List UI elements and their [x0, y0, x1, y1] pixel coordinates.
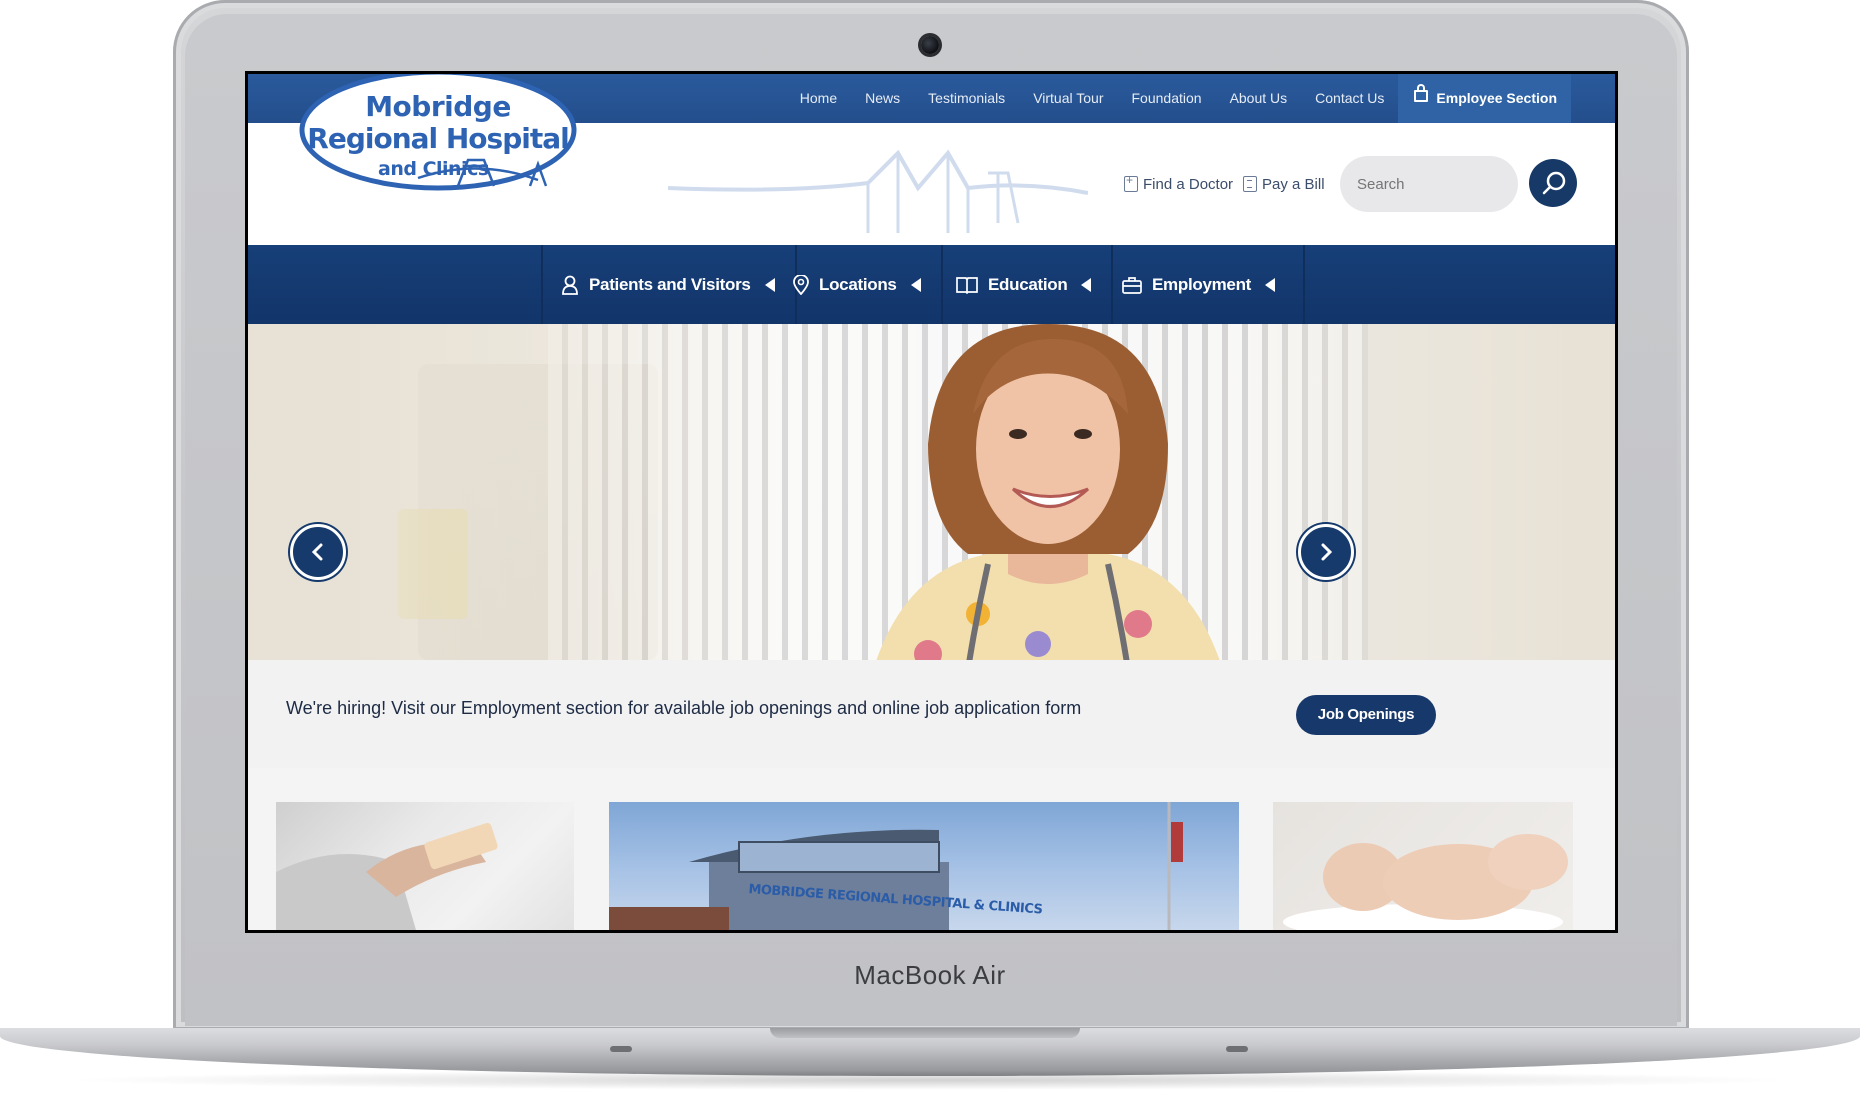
device-brand-label: MacBook Air — [854, 960, 1006, 990]
book-icon — [956, 276, 978, 294]
hospital-logo[interactable]: Mobridge Regional Hospital and Clinics — [298, 74, 578, 198]
search-input[interactable] — [1340, 156, 1518, 212]
chevron-right-icon — [1321, 543, 1333, 561]
slider-next-button[interactable] — [1298, 524, 1354, 580]
logo-line-3: and Clinics — [378, 158, 489, 180]
pay-bill-label: Pay a Bill — [1262, 175, 1325, 193]
bridge-watermark-icon — [668, 149, 1088, 233]
search-button[interactable] — [1529, 159, 1577, 207]
nav-locations[interactable]: Locations — [775, 245, 943, 324]
top-nav-home[interactable]: Home — [786, 74, 851, 123]
top-nav-contact-us[interactable]: Contact Us — [1301, 74, 1398, 123]
person-icon — [562, 275, 578, 295]
nav-employment[interactable]: Employment — [1104, 245, 1306, 324]
top-nav-foundation[interactable]: Foundation — [1118, 74, 1216, 123]
card-mobile-phone-image[interactable] — [276, 802, 574, 930]
camera-icon — [921, 36, 939, 54]
find-doctor-label: Find a Doctor — [1143, 175, 1234, 193]
nav-patients-visitors[interactable]: Patients and Visitors — [541, 245, 797, 324]
chevron-left-icon — [311, 543, 323, 561]
caret-left-icon — [1265, 277, 1276, 292]
laptop-foot — [1226, 1046, 1248, 1052]
top-nav-about-us[interactable]: About Us — [1216, 74, 1302, 123]
nav-patients-visitors-label: Patients and Visitors — [589, 274, 751, 294]
laptop-notch — [770, 1028, 1080, 1038]
main-nav: Patients and Visitors Locations Educatio… — [248, 245, 1615, 324]
lock-icon — [1414, 84, 1429, 102]
map-pin-icon — [793, 274, 809, 295]
job-openings-button[interactable]: Job Openings — [1296, 695, 1436, 735]
nav-education[interactable]: Education — [938, 245, 1114, 324]
logo-line-1: Mobridge — [365, 90, 511, 123]
nav-locations-label: Locations — [819, 274, 897, 294]
hospital-building-photo — [609, 802, 1183, 930]
laptop-shadow — [60, 1070, 1800, 1090]
laptop-foot — [610, 1046, 632, 1052]
newborn-baby-photo — [1283, 834, 1568, 930]
nav-employment-label: Employment — [1152, 274, 1252, 294]
pay-bill-link[interactable]: Pay a Bill — [1243, 123, 1325, 245]
medical-kit-icon — [1124, 173, 1138, 192]
clipboard-icon — [1243, 176, 1257, 192]
nurse-photo — [876, 324, 1220, 660]
top-nav-virtual-tour[interactable]: Virtual Tour — [1019, 74, 1117, 123]
hero-slider — [248, 324, 1615, 660]
logo-line-2: Regional Hospital — [307, 122, 569, 155]
hero-caption: We're hiring! Visit our Employment secti… — [248, 660, 1615, 768]
employee-section-link[interactable]: Employee Section — [1398, 74, 1571, 123]
slider-prev-button[interactable] — [290, 524, 346, 580]
caret-left-icon — [764, 277, 775, 292]
find-doctor-link[interactable]: Find a Doctor — [1124, 123, 1233, 245]
caret-left-icon — [1081, 277, 1092, 292]
search-icon — [1542, 171, 1566, 195]
hand-phone-photo — [276, 822, 498, 930]
nav-education-label: Education — [988, 274, 1068, 294]
card-hospital-building-image[interactable]: MOBRIDGE REGIONAL HOSPITAL & CLINICS — [609, 802, 1239, 930]
card-newborn-image[interactable] — [1273, 802, 1573, 930]
caret-left-icon — [910, 277, 921, 292]
top-nav-testimonials[interactable]: Testimonials — [914, 74, 1019, 123]
browser-viewport: Home News Testimonials Virtual Tour Foun… — [248, 74, 1615, 930]
briefcase-icon — [1122, 276, 1142, 294]
employee-section-label: Employee Section — [1436, 90, 1557, 106]
hero-caption-text: We're hiring! Visit our Employment secti… — [286, 698, 1082, 718]
laptop-screen: Home News Testimonials Virtual Tour Foun… — [245, 71, 1618, 933]
top-nav-news[interactable]: News — [851, 74, 914, 123]
